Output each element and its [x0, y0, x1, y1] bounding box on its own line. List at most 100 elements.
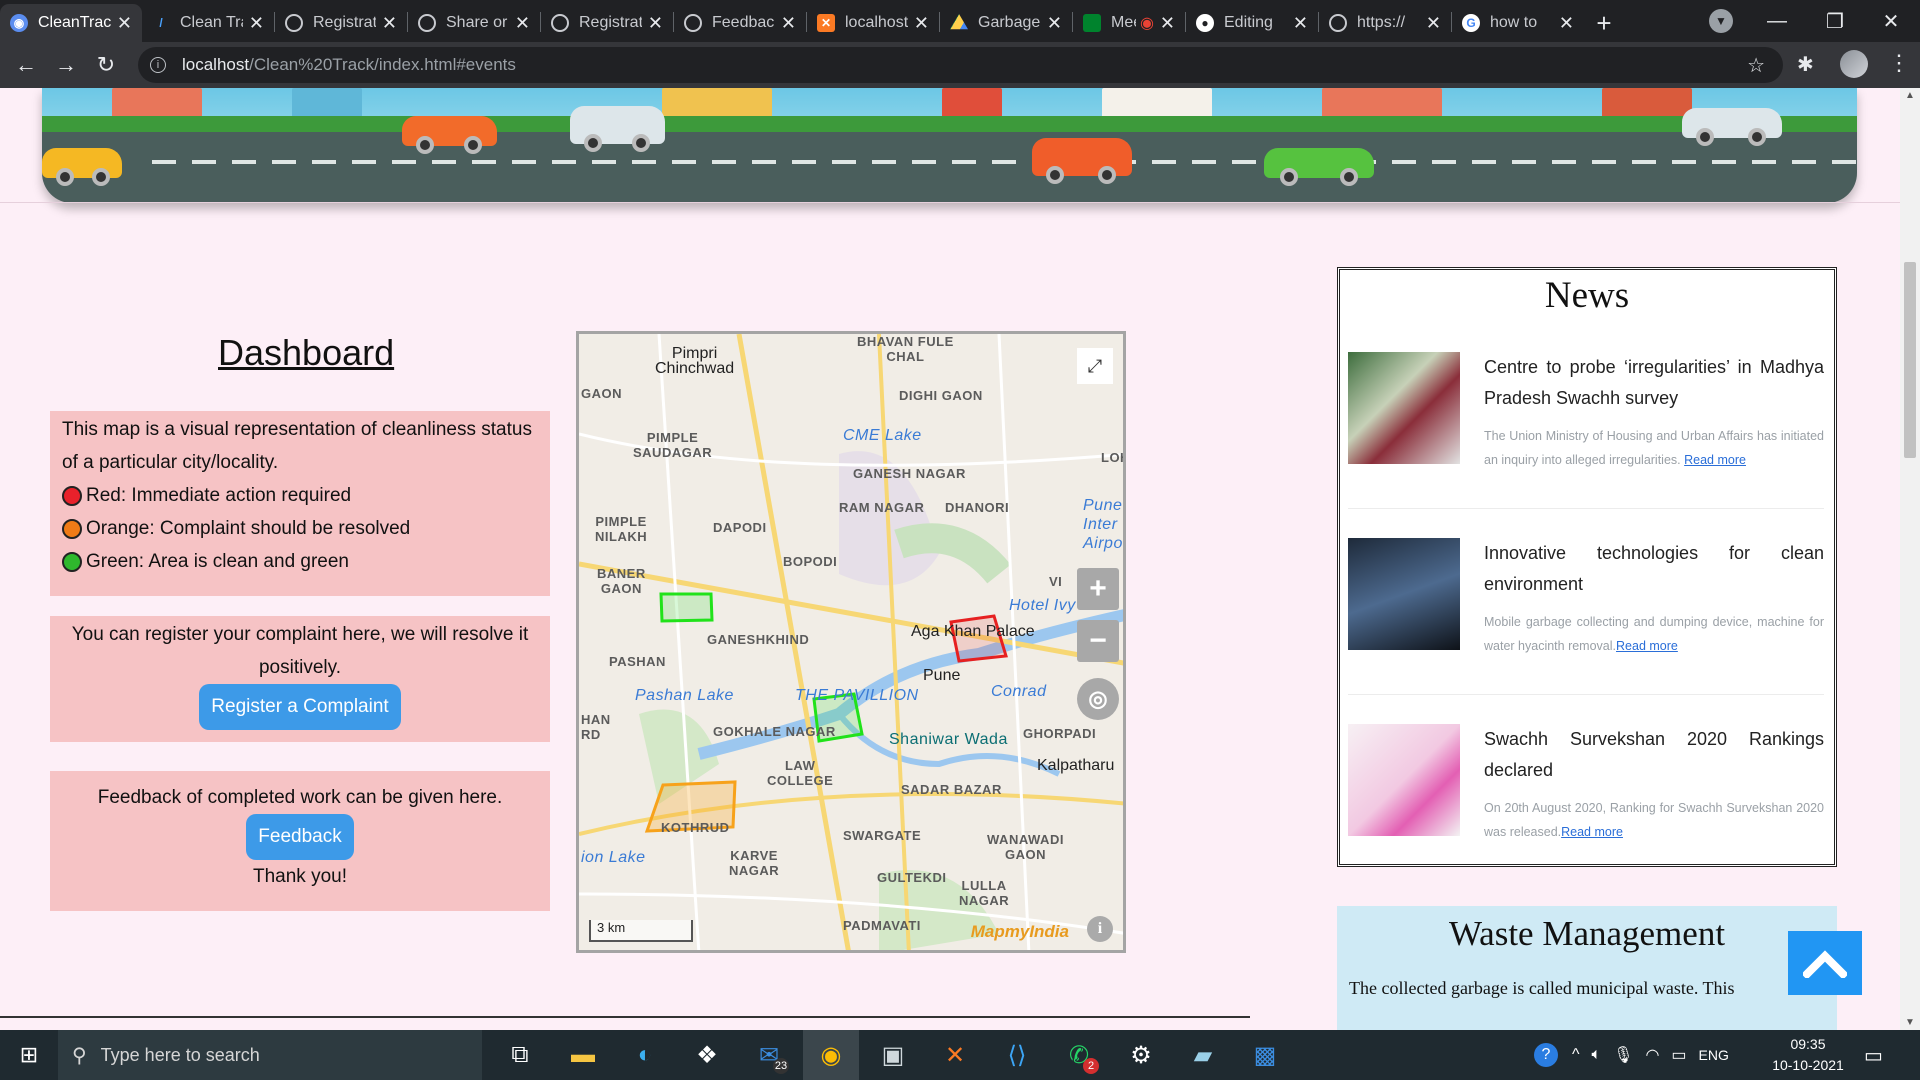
garbage-photo-thumbnail — [1348, 352, 1460, 464]
read-more-link[interactable]: Read more — [1684, 453, 1746, 467]
photos-icon[interactable]: ▩ — [1237, 1030, 1293, 1080]
tab-label: Meet — [1111, 14, 1136, 31]
help-icon[interactable]: ? — [1534, 1043, 1558, 1067]
tab-search-icon[interactable]: ▼ — [1709, 9, 1733, 33]
map-label: PADMAVATI — [843, 918, 921, 933]
wifi-icon[interactable]: ◠ — [1645, 1045, 1659, 1065]
road-dash — [192, 160, 216, 164]
map-info-icon[interactable]: i — [1087, 916, 1113, 942]
close-tab-icon[interactable]: ✕ — [648, 13, 663, 34]
windows-start-icon[interactable]: ⊞ — [0, 1030, 58, 1080]
scroll-down-arrow-icon[interactable]: ▼ — [1904, 1017, 1916, 1028]
cleanliness-map[interactable]: Pimpri Chinchwad BHAVAN FULE CHAL GAON D… — [576, 331, 1126, 953]
app-icon[interactable]: ▣ — [865, 1030, 921, 1080]
fullscreen-icon[interactable]: ⤢ — [1077, 348, 1113, 384]
taskbar-clock[interactable]: 09:35 10-10-2021 — [1768, 1034, 1848, 1076]
speaker-icon[interactable]: 🔈︎ — [1592, 1046, 1602, 1064]
restore-icon[interactable]: ❐ — [1806, 0, 1864, 42]
road-dash — [592, 160, 616, 164]
back-arrow-icon[interactable]: ← — [6, 45, 46, 85]
edge-browser-icon[interactable]: ◐ — [617, 1030, 673, 1080]
scroll-up-arrow-icon[interactable]: ▲ — [1904, 90, 1916, 101]
tab-label: Share or embed — [446, 14, 509, 31]
tab-feedback[interactable]: Feedback ✕ — [674, 4, 806, 42]
tab-label: Feedback — [712, 14, 775, 31]
reload-icon[interactable]: ↻ — [86, 45, 126, 85]
close-tab-icon[interactable]: ✕ — [1293, 13, 1308, 34]
dropbox-icon[interactable]: ❖ — [679, 1030, 735, 1080]
tab-label: Editing — [1224, 14, 1273, 31]
mail-icon[interactable]: ✉ 23 — [741, 1030, 797, 1080]
road-dash — [1192, 160, 1216, 164]
close-tab-icon[interactable]: ✕ — [249, 13, 264, 34]
taskbar-search-box[interactable]: ⚲ Type here to search — [58, 1030, 482, 1080]
green-dot-icon — [62, 551, 82, 572]
address-bar[interactable]: i localhost/Clean%20Track/index.html#eve… — [138, 47, 1783, 83]
microphone-icon[interactable]: 🎙︎ — [1613, 1045, 1633, 1065]
close-tab-icon[interactable]: ✕ — [382, 13, 397, 34]
notes-icon[interactable]: ▰ — [1175, 1030, 1231, 1080]
map-label: DHANORI — [945, 500, 1010, 515]
close-tab-icon[interactable]: ✕ — [515, 13, 530, 34]
scrollbar-thumb[interactable] — [1904, 262, 1916, 458]
whatsapp-icon[interactable]: ✆ 2 — [1051, 1030, 1107, 1080]
close-tab-icon[interactable]: ✕ — [1559, 13, 1574, 34]
new-tab-button[interactable]: + — [1584, 4, 1624, 42]
forward-arrow-icon[interactable]: → — [46, 45, 86, 85]
legend-row-orange: Orange: Complaint should be resolved — [62, 512, 538, 545]
chrome-icon[interactable]: ◉ — [803, 1030, 859, 1080]
settings-gear-icon[interactable]: ⚙ — [1113, 1030, 1169, 1080]
tab-how-to[interactable]: G how to ✕ — [1452, 4, 1584, 42]
road-dash — [992, 160, 1016, 164]
tab-meet[interactable]: Meet ◉ ✕ — [1073, 4, 1185, 42]
road-dash — [952, 160, 976, 164]
minimize-icon[interactable]: — — [1748, 0, 1806, 42]
news-headline: Innovative technologies for clean enviro… — [1484, 543, 1824, 594]
close-tab-icon[interactable]: ✕ — [1047, 13, 1062, 34]
close-tab-icon[interactable]: ✕ — [117, 13, 132, 34]
globe-icon — [1329, 14, 1347, 32]
scroll-to-top-button[interactable] — [1788, 931, 1862, 995]
bookmark-star-icon[interactable]: ☆ — [1747, 53, 1765, 78]
file-explorer-icon[interactable]: ▬ — [555, 1030, 611, 1080]
tab-https[interactable]: https:// ✕ — [1319, 4, 1451, 42]
close-tab-icon[interactable]: ✕ — [1426, 13, 1441, 34]
map-label: KOTHRUD — [661, 820, 730, 835]
site-info-icon[interactable]: i — [150, 57, 166, 73]
tab-cleantrack[interactable]: ◉ CleanTrack ✕ — [0, 4, 142, 42]
close-tab-icon[interactable]: ✕ — [1160, 13, 1175, 34]
kebab-menu-icon[interactable]: ⋮ — [1888, 50, 1910, 76]
road-dash — [392, 160, 416, 164]
tab-editing[interactable]: ● Editing ✕ — [1186, 4, 1318, 42]
road-dash — [272, 160, 296, 164]
tab-clean-track[interactable]: / Clean Track ✕ — [142, 4, 274, 42]
close-tab-icon[interactable]: ✕ — [781, 13, 796, 34]
xampp-taskbar-icon[interactable]: ✕ — [927, 1030, 983, 1080]
register-complaint-button[interactable]: Register a Complaint — [199, 684, 401, 730]
battery-icon[interactable]: ▭ — [1671, 1045, 1686, 1065]
tab-localhost[interactable]: ✕ localhost ✕ — [807, 4, 939, 42]
task-view-icon[interactable]: ⧉ — [492, 1030, 548, 1080]
tab-garbage[interactable]: Garbage ✕ — [940, 4, 1072, 42]
read-more-link[interactable]: Read more — [1616, 639, 1678, 653]
vscode-icon[interactable]: ⟨⟩ — [989, 1030, 1045, 1080]
language-indicator[interactable]: ENG — [1699, 1047, 1729, 1063]
extensions-puzzle-icon[interactable]: ✱ — [1797, 52, 1814, 77]
close-window-icon[interactable]: ✕ — [1862, 0, 1920, 42]
zoom-in-button[interactable]: + — [1077, 568, 1119, 610]
chevron-up-icon[interactable]: ^ — [1572, 1046, 1580, 1064]
zoom-out-button[interactable]: − — [1077, 620, 1119, 662]
tab-registration-2[interactable]: Registration ✕ — [541, 4, 673, 42]
tab-share-embed[interactable]: Share or embed ✕ — [408, 4, 540, 42]
locate-me-icon[interactable]: ◎ — [1077, 678, 1119, 720]
tab-registration[interactable]: Registration ✕ — [275, 4, 407, 42]
notification-center-icon[interactable]: ▭ — [1864, 1030, 1883, 1080]
close-tab-icon[interactable]: ✕ — [914, 13, 929, 34]
feedback-button[interactable]: Feedback — [246, 814, 354, 860]
laptop-photo-thumbnail — [1348, 538, 1460, 650]
page-scrollbar[interactable]: ▲ ▼ — [1900, 88, 1920, 1030]
read-more-link[interactable]: Read more — [1561, 825, 1623, 839]
profile-avatar-icon[interactable] — [1840, 50, 1868, 78]
green-zone-baner[interactable] — [659, 592, 714, 623]
map-label: LAW COLLEGE — [767, 758, 834, 788]
